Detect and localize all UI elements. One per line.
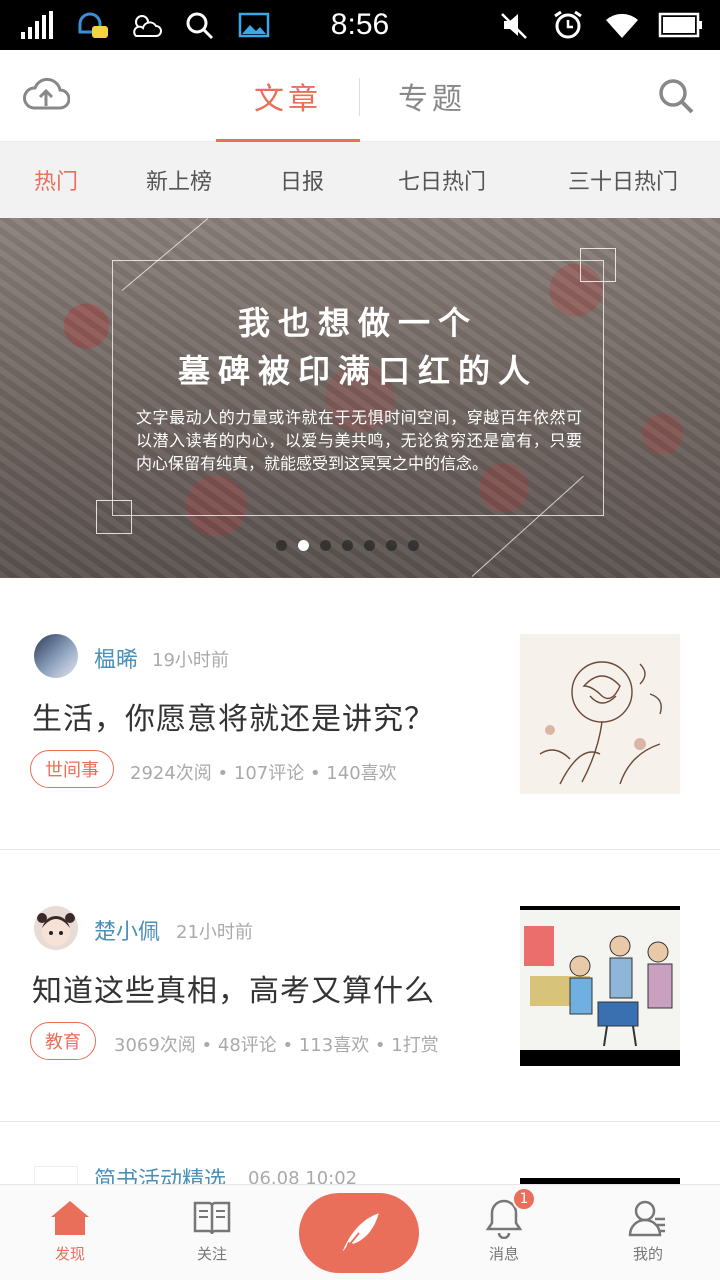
article-card[interactable]: 简书活动精选 06.08 10:02 [0, 1122, 720, 1210]
author-name[interactable]: 楚小佩 [94, 914, 160, 946]
tab-articles[interactable]: 文章 [216, 50, 360, 143]
alarm-icon [550, 10, 586, 40]
article-thumbnail[interactable] [520, 634, 680, 794]
avatar[interactable] [34, 906, 78, 950]
article-stats: 3069次阅 • 48评论 • 113喜欢 • 1打赏 [114, 1035, 439, 1056]
upload-button[interactable] [22, 76, 71, 116]
write-button[interactable] [299, 1193, 419, 1273]
collection-tag[interactable]: 教育 [30, 1022, 96, 1060]
featured-banner[interactable]: 我也想做一个 墓碑被印满口红的人 文字最动人的力量或许就在于无惧时间空间，穿越百… [0, 218, 720, 578]
status-time: 8:56 [330, 8, 390, 41]
banner-corner-square [96, 500, 132, 534]
post-time: 21小时前 [176, 922, 253, 943]
article-card[interactable]: 榅晞 19小时前 生活，你愿意将就还是讲究？ 世间事 2924次阅 • 107评… [0, 578, 720, 850]
search-icon [659, 79, 694, 114]
pager-dot-active[interactable] [298, 540, 309, 551]
message-badge: 1 [512, 1187, 536, 1211]
cloud-upload-icon [23, 77, 71, 110]
status-bar: 8:56 [0, 0, 720, 50]
banner-title-line2: 墓碑被印满口红的人 [177, 352, 538, 390]
article-title[interactable]: 生活，你愿意将就还是讲究？ [32, 694, 435, 738]
article-card[interactable]: 楚小佩 21小时前 知道这些真相，高考又算什么 教育 3069次阅 • 48评论… [0, 850, 720, 1122]
category-30day[interactable]: 三十日热门 [526, 142, 720, 218]
category-bar: 热门 新上榜 日报 七日热门 三十日热门 [0, 142, 720, 218]
article-title[interactable]: 知道这些真相，高考又算什么 [32, 966, 435, 1010]
tab-divider [359, 78, 360, 116]
status-left-icons [20, 10, 272, 40]
author-name[interactable]: 榅晞 [94, 642, 138, 674]
category-daily[interactable]: 日报 [246, 142, 358, 218]
post-time: 19小时前 [152, 650, 229, 671]
nav-discover[interactable]: 发现 [20, 1185, 120, 1280]
nav-following[interactable]: 关注 [162, 1185, 262, 1280]
article-thumbnail[interactable] [520, 906, 680, 1066]
nav-label: 我的 [632, 1245, 663, 1263]
nav-label: 发现 [54, 1245, 85, 1263]
banner-corner-square [580, 248, 616, 282]
nav-label: 消息 [488, 1245, 519, 1263]
mute-icon [496, 10, 532, 40]
bottom-navigation: 发现 关注 1 消息 我的 [0, 1184, 720, 1280]
top-navigation: 文章 专题 [0, 50, 720, 143]
pager-dot[interactable] [342, 540, 353, 551]
pager-dot[interactable] [320, 540, 331, 551]
category-7day[interactable]: 七日热门 [358, 142, 526, 218]
nav-messages[interactable]: 1 消息 [454, 1185, 554, 1280]
pager-dot[interactable] [276, 540, 287, 551]
app-screen: 8:56 文章 专题 热门 新上榜 日报 七日热门 三十日热门 我也想做一个 墓… [0, 0, 720, 1280]
nav-label: 关注 [196, 1245, 227, 1263]
banner-title-line1: 我也想做一个 [237, 304, 478, 342]
banner-description: 文字最动人的力量或许就在于无惧时间空间，穿越百年依然可以潜入读者的内心，以爱与美… [136, 408, 582, 473]
search-status-icon [182, 10, 218, 40]
nav-profile[interactable]: 我的 [598, 1185, 698, 1280]
main-tabs: 文章 专题 [216, 50, 504, 143]
article-stats: 2924次阅 • 107评论 • 140喜欢 [130, 763, 397, 784]
battery-icon [658, 10, 704, 40]
tab-collections[interactable]: 专题 [360, 50, 504, 142]
status-right-icons [496, 10, 704, 40]
gallery-icon [236, 10, 272, 40]
pager-dot[interactable] [386, 540, 397, 551]
banner-pager-dots [276, 540, 419, 551]
wifi-icon [604, 10, 640, 40]
home-icon [51, 1201, 89, 1235]
collection-tag[interactable]: 世间事 [30, 750, 114, 788]
book-icon [193, 1201, 231, 1235]
signal-icon [20, 10, 56, 40]
pager-dot[interactable] [408, 540, 419, 551]
search-button[interactable] [656, 76, 696, 116]
category-new[interactable]: 新上榜 [112, 142, 246, 218]
category-hot[interactable]: 热门 [0, 142, 112, 218]
profile-icon [628, 1200, 665, 1237]
quill-icon [342, 1213, 379, 1254]
avatar[interactable] [34, 634, 78, 678]
chat-app-icon [74, 10, 110, 40]
pager-dot[interactable] [364, 540, 375, 551]
weather-icon [128, 10, 164, 40]
